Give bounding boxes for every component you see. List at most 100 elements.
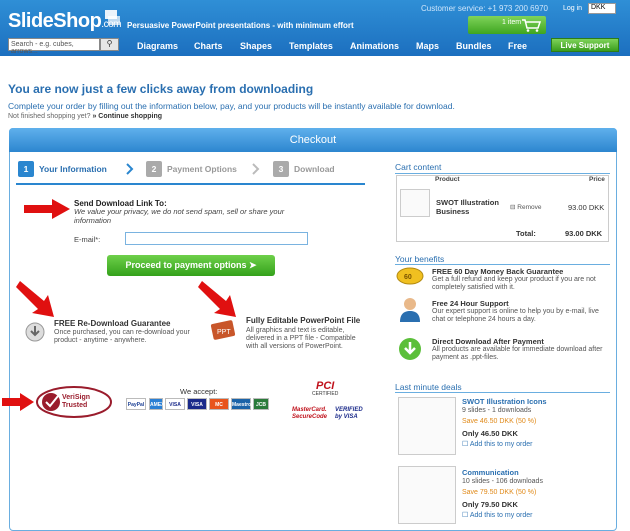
logo-slides-icon <box>105 10 120 25</box>
nav-diagrams[interactable]: Diagrams <box>137 41 178 51</box>
page-subtitle: Complete your order by filling out the i… <box>8 101 455 111</box>
redownload-desc: Once purchased, you can re-download your… <box>54 329 190 344</box>
cart-item-thumbnail <box>400 189 430 217</box>
cart-count: 1 item <box>502 19 522 26</box>
deal-title[interactable]: SWOT Illustration Icons <box>462 397 547 406</box>
logo-text: SlideShop <box>8 10 102 32</box>
cart-item-name[interactable]: SWOT Illustration Business <box>436 198 506 216</box>
nav-free[interactable]: Free <box>508 41 527 51</box>
deals-title: Last minute deals <box>395 382 462 392</box>
col-product: Product <box>435 176 460 183</box>
email-label: E-mail*: <box>74 235 101 244</box>
live-support-button[interactable]: Live Support <box>551 38 619 52</box>
red-arrow-icon <box>2 393 34 411</box>
nav-bundles[interactable]: Bundles <box>456 41 492 51</box>
currency-select[interactable]: DKK <box>588 3 616 14</box>
benefit-title: Free 24 Hour Support <box>432 299 509 308</box>
step-download: 3 Download <box>273 161 335 178</box>
ppt-icon: PPT <box>210 320 236 340</box>
step-label: Your Information <box>39 164 107 174</box>
checkbox-icon[interactable]: ☐ <box>462 512 468 519</box>
benefits-title: Your benefits <box>395 254 445 264</box>
paypal-icon: PayPal <box>126 398 146 410</box>
cart-title: Cart content <box>395 162 442 172</box>
svg-text:PPT: PPT <box>217 329 231 336</box>
continue-shopping-link[interactable]: » Continue shopping <box>92 113 162 120</box>
nav-templates[interactable]: Templates <box>289 41 333 51</box>
step-label: Payment Options <box>167 164 237 174</box>
amex-icon: AMEX <box>149 398 164 410</box>
nav-shapes[interactable]: Shapes <box>240 41 272 51</box>
redownload-icon <box>25 322 45 342</box>
mastercard-icon: MC <box>209 398 229 410</box>
add-to-order[interactable]: ☐ Add this to my order <box>462 440 532 448</box>
we-accept-label: We accept: <box>180 387 218 396</box>
benefit-desc: Our expert support is online to help you… <box>432 308 599 323</box>
add-to-order[interactable]: ☐ Add this to my order <box>462 511 532 519</box>
divider <box>395 392 610 393</box>
not-finished-label: Not finished shopping yet? <box>8 113 91 120</box>
step-payment-options: 2 Payment Options <box>146 161 237 178</box>
redownload-title: FREE Re-Download Guarantee <box>54 319 171 328</box>
svg-text:60: 60 <box>404 274 412 281</box>
deal-price: Only 46.50 DKK <box>462 429 518 438</box>
search-input[interactable]: Search - e.g. cubes, arrows... <box>8 38 100 55</box>
step-number: 3 <box>273 161 289 177</box>
search-button[interactable]: ⚲ <box>100 38 119 51</box>
privacy-note: We value your privacy, we do not send sp… <box>74 207 285 225</box>
not-finished-text: Not finished shopping yet? » Continue sh… <box>8 113 162 120</box>
checkbox-icon[interactable]: ☐ <box>462 441 468 448</box>
pci-sub: CERTIFIED <box>312 391 339 397</box>
email-field[interactable] <box>125 232 308 245</box>
divider <box>395 264 610 265</box>
remove-icon: ⊟ <box>510 204 516 211</box>
play-arrow-icon: ➤ <box>249 260 257 270</box>
verisign-label: VeriSign Trusted <box>62 394 91 409</box>
deal-save: Save 79.50 DKK (50 %) <box>462 489 537 496</box>
deal-thumbnail[interactable] <box>398 466 456 524</box>
support-agent-icon <box>400 298 420 322</box>
deal-thumbnail[interactable] <box>398 397 456 455</box>
remove-button[interactable]: ⊟ Remove <box>510 203 541 211</box>
add-to-order-label: Add this to my order <box>469 441 533 448</box>
proceed-button[interactable]: Proceed to payment options ➤ <box>107 255 275 276</box>
jcb-icon: JCB <box>253 398 269 410</box>
col-price: Price <box>589 176 605 183</box>
maestro-icon: Maestro <box>231 398 251 410</box>
tagline: Persuasive PowerPoint presentations - wi… <box>127 21 354 30</box>
editable-desc: All graphics and text is editable, deliv… <box>246 327 356 350</box>
benefit-title: FREE 60 Day Money Back Guarantee <box>432 267 564 276</box>
nav-animations[interactable]: Animations <box>350 41 399 51</box>
step-label: Download <box>294 164 335 174</box>
verified-by-visa: VERIFIED by VISA <box>335 407 363 420</box>
nav-maps[interactable]: Maps <box>416 41 439 51</box>
deal-title[interactable]: Communication <box>462 468 519 477</box>
step-number: 2 <box>146 161 162 177</box>
benefit-desc: All products are available for immediate… <box>432 346 603 361</box>
visa-icon: VISA <box>165 398 185 410</box>
cart-total-value: 93.00 DKK <box>565 229 603 238</box>
red-arrow-icon <box>24 199 70 219</box>
page-title: You are now just a few clicks away from … <box>8 82 314 96</box>
pci-logo: PCI CERTIFIED <box>312 381 339 398</box>
money-back-icon: 60 <box>396 267 424 285</box>
proceed-label: Proceed to payment options <box>125 260 247 270</box>
step-number: 1 <box>18 161 34 177</box>
step-arrow-icon <box>126 163 134 175</box>
nav-charts[interactable]: Charts <box>194 41 223 51</box>
editable-title: Fully Editable PowerPoint File <box>246 316 361 325</box>
red-arrow-icon <box>198 281 236 317</box>
cart-item-price: 93.00 DKK <box>568 203 605 212</box>
search-icon: ⚲ <box>106 39 113 48</box>
step-progress-line <box>16 183 365 185</box>
download-icon <box>399 338 421 360</box>
checkout-title: Checkout <box>9 128 617 152</box>
divider <box>395 173 610 174</box>
cart-total-label: Total: <box>516 229 536 238</box>
benefit-title: Direct Download After Payment <box>432 337 544 346</box>
login-link[interactable]: Log in <box>563 5 582 12</box>
visa-electron-icon: VISA <box>187 398 207 410</box>
deal-price: Only 79.50 DKK <box>462 500 518 509</box>
mastercard-securecode: MasterCard. SecureCode <box>292 407 328 420</box>
cart-icon <box>522 19 541 32</box>
